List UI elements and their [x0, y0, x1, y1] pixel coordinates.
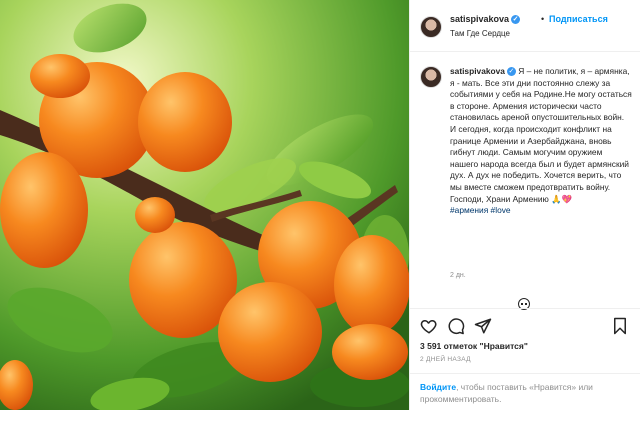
- likes-count[interactable]: 3 591 отметок "Нравится": [420, 341, 528, 351]
- apricot-branch-image: [0, 0, 409, 410]
- post-photo[interactable]: [0, 0, 409, 410]
- heart-icon: [420, 319, 437, 334]
- post-date: 2 ДНЕЙ НАЗАД: [420, 356, 471, 363]
- caption-hashtags[interactable]: #армения #love: [450, 205, 511, 215]
- header-separator: •: [541, 14, 545, 24]
- follow-button[interactable]: Подписаться: [549, 14, 608, 24]
- avatar[interactable]: [420, 16, 442, 38]
- caption-username[interactable]: satispivakova: [450, 66, 505, 76]
- header-username[interactable]: satispivakova ✓: [450, 14, 521, 25]
- caption-body: Я – не политик, я – армянка, я - мать. В…: [450, 66, 632, 204]
- caption-text: satispivakova ✓ Я – не политик, я – армян…: [450, 66, 632, 217]
- caption-avatar[interactable]: [420, 66, 442, 88]
- share-icon: [474, 318, 492, 334]
- comment-button[interactable]: [447, 317, 465, 335]
- verified-badge-icon: ✓: [506, 67, 516, 77]
- share-button[interactable]: [474, 317, 492, 335]
- like-button[interactable]: [420, 317, 438, 335]
- bottom-margin: [0, 410, 640, 429]
- instagram-post: satispivakova ✓ • Подписаться Там Где Сер…: [0, 0, 640, 410]
- emoji: 🙏💖: [551, 193, 573, 204]
- comment-icon: [448, 318, 465, 335]
- verified-badge-icon: ✓: [511, 15, 521, 25]
- post-header: satispivakova ✓ • Подписаться Там Где Сер…: [410, 0, 640, 52]
- caption-time: 2 дн.: [450, 272, 466, 279]
- login-text: Войдите, чтобы поставить «Нравится» или …: [420, 381, 632, 405]
- location-link[interactable]: Там Где Сердце: [450, 29, 510, 38]
- login-link[interactable]: Войдите: [420, 382, 456, 392]
- post-side-panel: satispivakova ✓ • Подписаться Там Где Сер…: [409, 0, 640, 410]
- save-button[interactable]: [611, 317, 629, 335]
- login-prompt: Войдите, чтобы поставить «Нравится» или …: [410, 373, 640, 411]
- post-actions: 3 591 отметок "Нравится" 2 ДНЕЙ НАЗАД Во…: [410, 308, 640, 410]
- bookmark-icon: [614, 317, 626, 335]
